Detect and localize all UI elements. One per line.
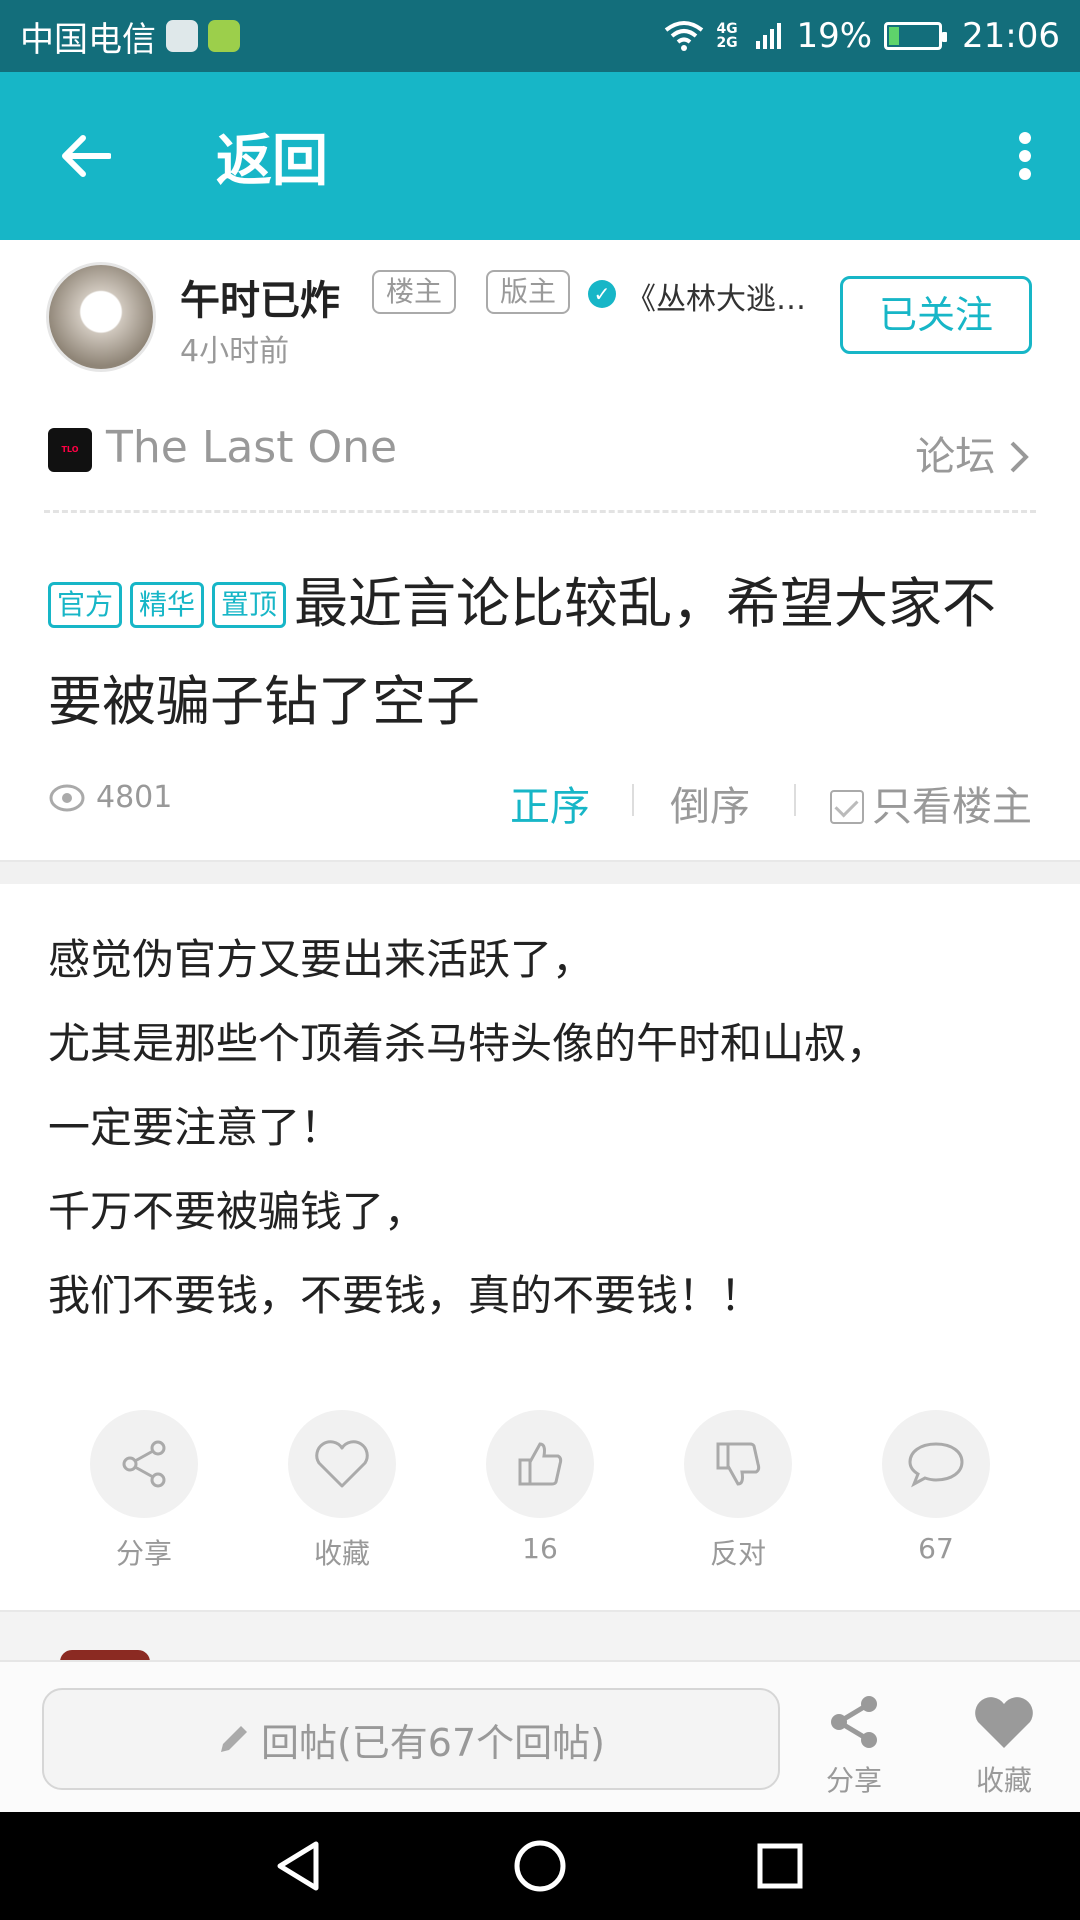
post-time: 4小时前: [180, 334, 290, 369]
reply-input[interactable]: 回帖(已有67个回帖): [42, 1688, 780, 1790]
separator: [632, 784, 634, 816]
body-line: 我们不要钱，不要钱，真的不要钱！！: [48, 1271, 763, 1320]
network-type: 4G 2G: [716, 21, 738, 51]
sort-ascending-button[interactable]: 正序: [510, 774, 590, 832]
nav-home-icon[interactable]: [510, 1836, 570, 1896]
comment-count: 67: [918, 1532, 954, 1565]
bottom-share-label: 分享: [825, 1764, 882, 1797]
section-gap: [0, 1610, 1080, 1660]
tag-featured: 精华: [130, 582, 205, 628]
wifi-icon: [665, 21, 704, 51]
checkbox-icon: [830, 790, 864, 824]
divider: [44, 510, 1036, 513]
comment-action[interactable]: 67: [836, 1410, 1036, 1565]
view-count: 4801: [48, 780, 172, 815]
battery-percent: 19%: [796, 16, 873, 56]
bottom-collect-label: 收藏: [975, 1764, 1032, 1797]
battery-icon: [884, 22, 948, 50]
thumbs-up-icon: [518, 1442, 563, 1486]
heart-icon: [975, 1697, 1033, 1748]
body-line: 尤其是那些个顶着杀马特头像的午时和山叔，: [48, 1019, 889, 1068]
carrier-label: 中国电信: [20, 19, 156, 60]
author-name[interactable]: 午时已炸: [180, 268, 340, 326]
comment-icon: [908, 1442, 964, 1488]
forum-link[interactable]: 论坛: [915, 424, 1030, 482]
like-count: 16: [522, 1532, 558, 1565]
tag-official: 官方: [48, 582, 123, 628]
section-gap: [0, 860, 1080, 884]
pencil-icon: [220, 1726, 247, 1752]
post-title-block: 官方 精华 置顶 最近言论比较乱，希望大家不要被骗子钻了空子: [48, 555, 1038, 751]
notification-video-icon: [208, 20, 240, 52]
forum-logo-icon: TLO: [48, 428, 92, 472]
sort-descending-button[interactable]: 倒序: [670, 774, 750, 832]
author-header: 午时已炸 楼主 版主 ✓ 《丛林大逃杀… 4小时前 已关注: [0, 240, 1080, 400]
reply-placeholder: 回帖(已有67个回帖): [260, 1720, 605, 1765]
status-bar: 中国电信 4G 2G 19% 21:06: [0, 0, 1080, 72]
like-action[interactable]: 16: [440, 1410, 640, 1565]
forum-row[interactable]: TLO The Last One 论坛: [0, 400, 1080, 510]
only-op-label: 只看楼主: [872, 784, 1032, 830]
page-title: 返回: [216, 128, 328, 194]
eye-icon: [49, 784, 85, 811]
collect-action[interactable]: 收藏: [242, 1410, 442, 1572]
signal-icon: [756, 23, 782, 49]
chevron-right-icon: [1010, 441, 1029, 473]
thumbs-down-icon: [716, 1442, 761, 1486]
verified-note: 《丛林大逃杀…: [626, 282, 824, 317]
oppose-action[interactable]: 反对: [638, 1410, 838, 1572]
share-icon: [831, 1696, 877, 1748]
share-action[interactable]: 分享: [44, 1410, 244, 1572]
follow-button[interactable]: 已关注: [840, 276, 1032, 354]
post-meta: 4801 正序 倒序 只看楼主: [0, 760, 1080, 860]
app-bar: 返回: [0, 72, 1080, 240]
op-badge: 楼主: [372, 270, 457, 314]
reply-bar: 回帖(已有67个回帖) 分享 收藏: [0, 1660, 1080, 1812]
only-op-toggle[interactable]: 只看楼主: [830, 774, 1032, 832]
nav-recents-icon[interactable]: [750, 1836, 810, 1896]
nav-back-icon[interactable]: [270, 1836, 330, 1896]
body-line: 感觉伪官方又要出来活跃了，: [48, 935, 595, 984]
post-body: 感觉伪官方又要出来活跃了， 尤其是那些个顶着杀马特头像的午时和山叔， 一定要注意…: [48, 918, 1048, 1338]
tag-pinned: 置顶: [212, 582, 287, 628]
bottom-collect-button[interactable]: 收藏: [954, 1692, 1054, 1799]
heart-icon: [315, 1440, 369, 1488]
oppose-label: 反对: [709, 1537, 766, 1570]
body-line: 千万不要被骗钱了，: [48, 1187, 427, 1236]
author-avatar[interactable]: [46, 262, 156, 372]
share-label: 分享: [115, 1537, 172, 1570]
forum-link-label: 论坛: [915, 434, 996, 480]
bottom-share-button[interactable]: 分享: [804, 1692, 904, 1799]
notification-app-icon: [166, 20, 198, 52]
post-actions: 分享 收藏 16 反对 67: [0, 1410, 1080, 1570]
verified-icon: ✓: [588, 280, 616, 308]
arrow-left-icon: [62, 135, 111, 177]
separator: [794, 784, 796, 816]
clock: 21:06: [962, 16, 1060, 56]
view-count-value: 4801: [96, 780, 173, 815]
forum-name: The Last One: [106, 422, 398, 473]
share-icon: [122, 1440, 166, 1488]
system-nav-bar: [0, 1812, 1080, 1920]
back-button[interactable]: [0, 72, 170, 240]
body-line: 一定要注意了！: [48, 1103, 343, 1152]
moderator-badge: 版主: [486, 270, 571, 314]
more-vertical-icon: [1019, 132, 1031, 180]
more-menu-button[interactable]: [970, 72, 1080, 240]
collect-label: 收藏: [313, 1537, 370, 1570]
